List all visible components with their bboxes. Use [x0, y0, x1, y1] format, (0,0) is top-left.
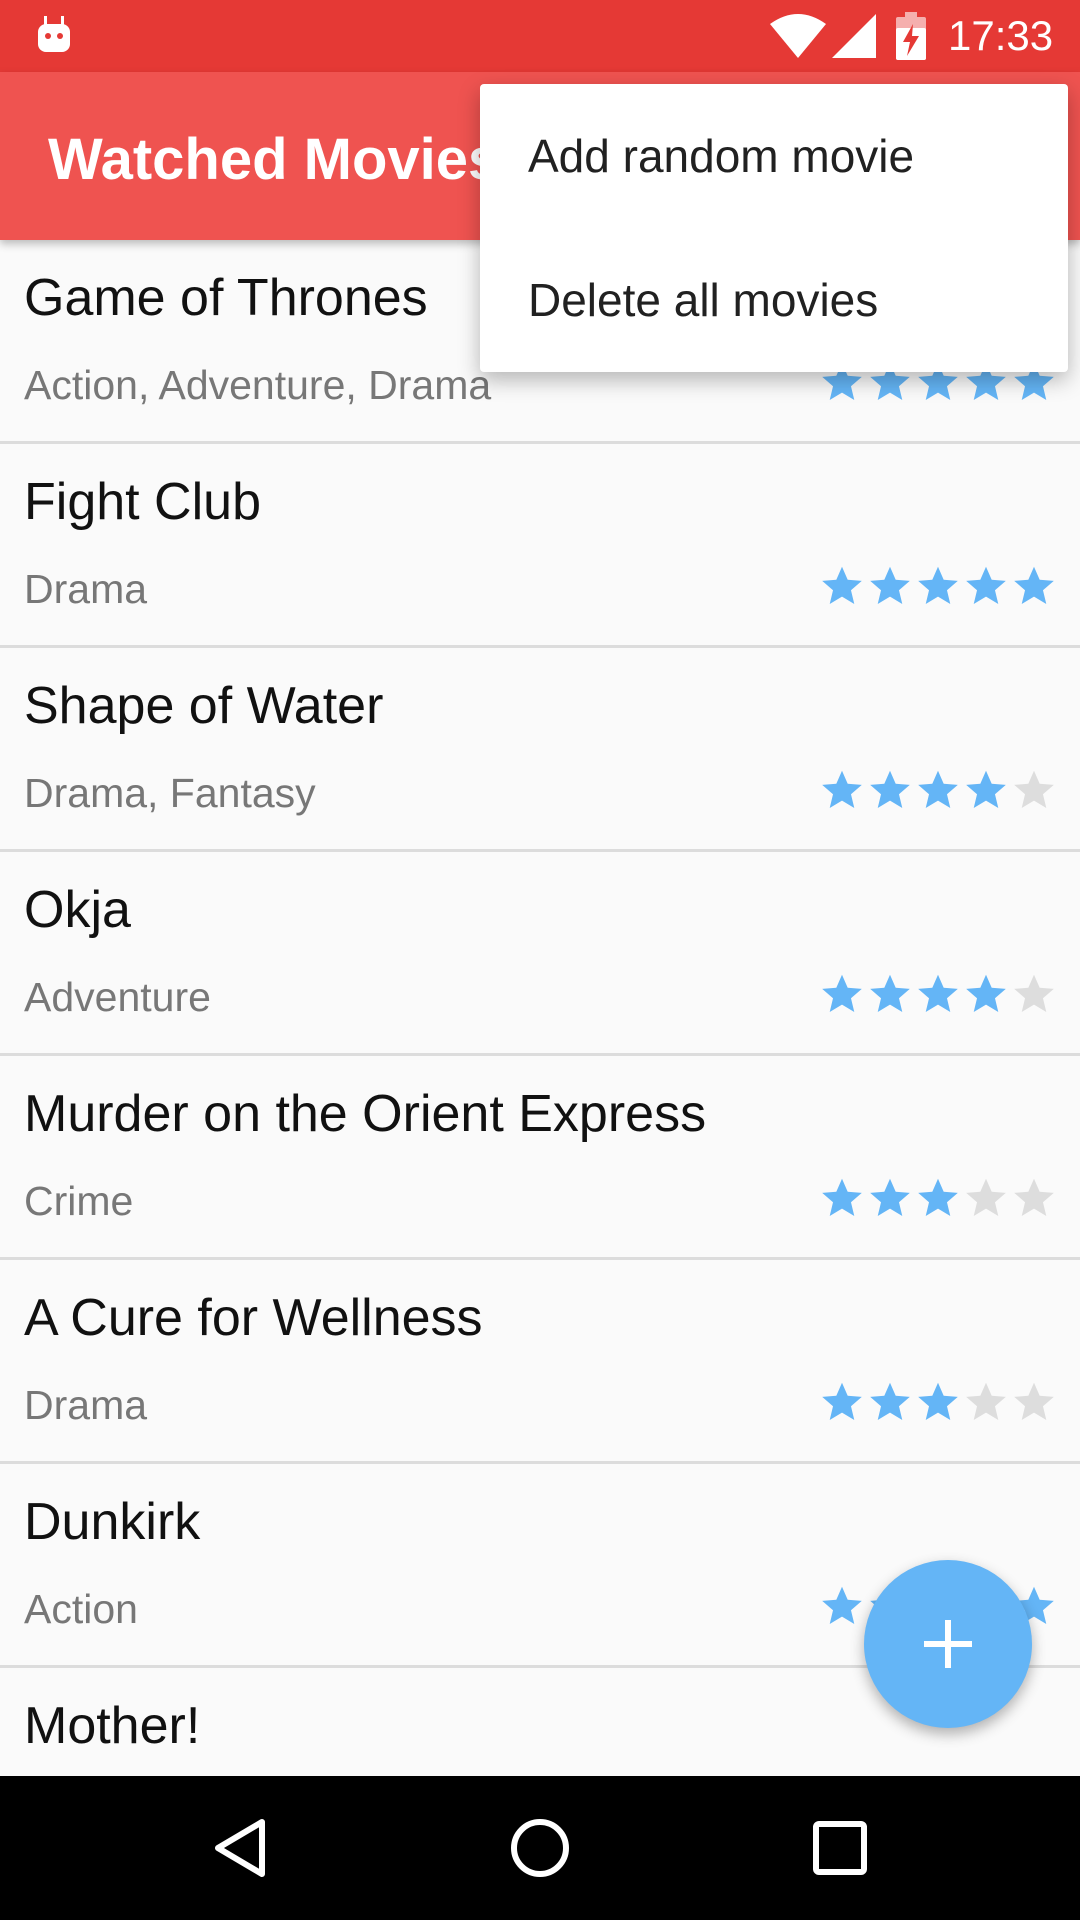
movie-row[interactable]: Murder on the Orient Express Crime [0, 1056, 1080, 1260]
rating-bar [820, 564, 1056, 608]
android-debug-icon [38, 16, 70, 52]
status-bar: 17:33 [0, 0, 1080, 72]
star-empty-icon [1014, 1178, 1054, 1216]
navigation-bar [0, 1776, 1080, 1920]
star-filled-icon [918, 1382, 958, 1420]
movie-genre: Drama [24, 1382, 148, 1428]
plus-icon [924, 1620, 972, 1668]
movie-genre: Adventure [24, 974, 211, 1020]
movie-title: A Cure for Wellness [24, 1289, 483, 1347]
home-icon[interactable] [504, 1812, 576, 1884]
movie-genre: Drama [24, 566, 148, 612]
movie-title: Mother! [24, 1697, 201, 1755]
star-filled-icon [918, 974, 958, 1012]
star-filled-icon [966, 566, 1006, 604]
star-filled-icon [870, 770, 910, 808]
rating-bar [820, 1380, 1056, 1424]
movie-list[interactable]: Game of Thrones Action, Adventure, Drama F… [0, 240, 1080, 1776]
movie-title: Okja [24, 881, 131, 939]
star-filled-icon [870, 566, 910, 604]
star-filled-icon [822, 1586, 862, 1624]
menu-item-add-random-movie[interactable]: Add random movie [480, 84, 1068, 228]
rating-bar [820, 972, 1056, 1016]
star-empty-icon [966, 1178, 1006, 1216]
star-filled-icon [966, 770, 1006, 808]
back-icon[interactable] [204, 1812, 276, 1884]
movie-row[interactable]: Fight Club Drama [0, 444, 1080, 648]
star-filled-icon [822, 566, 862, 604]
star-filled-icon [870, 1178, 910, 1216]
star-filled-icon [870, 1382, 910, 1420]
movie-title: Shape of Water [24, 677, 384, 735]
rating-bar [820, 768, 1056, 812]
star-filled-icon [966, 974, 1006, 1012]
movie-genre: Drama, Fantasy [24, 770, 316, 816]
star-filled-icon [918, 770, 958, 808]
status-clock: 17:33 [948, 12, 1054, 59]
star-empty-icon [1014, 770, 1054, 808]
wifi-icon [770, 14, 826, 58]
rating-bar [820, 1176, 1056, 1220]
star-filled-icon [918, 566, 958, 604]
movie-row[interactable]: Shape of Water Drama, Fantasy [0, 648, 1080, 852]
star-empty-icon [966, 1382, 1006, 1420]
overflow-menu: Add random movie Delete all movies [480, 84, 1068, 372]
movie-row[interactable]: Okja Adventure [0, 852, 1080, 1056]
app-screen: 17:33 Watched Movies Game of Thrones Acti… [0, 0, 1080, 1920]
star-filled-icon [822, 770, 862, 808]
movie-row[interactable]: A Cure for Wellness Drama [0, 1260, 1080, 1464]
movie-title: Fight Club [24, 473, 261, 531]
page-title: Watched Movies [48, 127, 501, 192]
star-filled-icon [1014, 566, 1054, 604]
menu-item-delete-all-movies[interactable]: Delete all movies [480, 228, 1068, 372]
movie-genre: Action [24, 1586, 138, 1632]
battery-charging-icon [896, 12, 926, 60]
star-empty-icon [1014, 974, 1054, 1012]
movie-title: Dunkirk [24, 1493, 201, 1551]
movie-title: Murder on the Orient Express [24, 1085, 707, 1143]
recents-icon[interactable] [804, 1812, 876, 1884]
add-movie-button[interactable] [864, 1560, 1032, 1728]
signal-icon [832, 14, 876, 58]
star-filled-icon [918, 1178, 958, 1216]
star-filled-icon [870, 974, 910, 1012]
star-empty-icon [1014, 1382, 1054, 1420]
movie-genre: Action, Adventure, Drama [24, 362, 492, 408]
star-filled-icon [822, 1382, 862, 1420]
star-filled-icon [822, 1178, 862, 1216]
movie-title: Game of Thrones [24, 269, 428, 327]
star-filled-icon [822, 974, 862, 1012]
movie-genre: Crime [24, 1178, 134, 1224]
